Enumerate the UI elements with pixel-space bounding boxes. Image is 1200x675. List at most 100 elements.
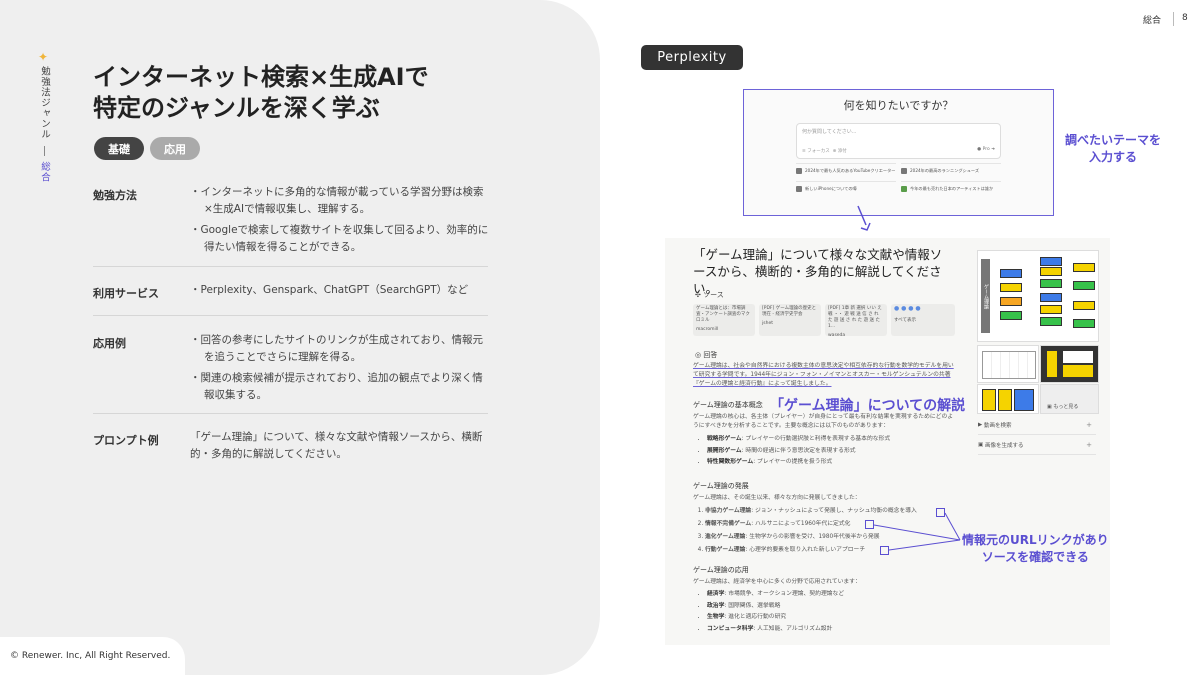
list-item-term: 経済学 — [707, 591, 725, 597]
row-text-examples: ・回答の参考にしたサイトのリンクが生成されており、情報元を追うことでさらに理解を… — [190, 332, 490, 408]
suggestion-item[interactable]: 新しいiPhoneについての噂 — [796, 181, 896, 196]
diagram-node — [1073, 301, 1095, 310]
diagram-image[interactable] — [977, 345, 1039, 383]
answer-label: 回答 — [703, 351, 718, 359]
search-question: 何を知りたいですか？ — [843, 99, 954, 112]
source-card-site: waseda — [828, 333, 846, 338]
more-images[interactable]: ▣ もっと見る — [1040, 384, 1099, 414]
suggestion-item[interactable]: 2024年の最高のランニングシューズ — [901, 163, 1001, 178]
diagram-node — [1000, 283, 1022, 292]
divider — [93, 266, 488, 267]
list-item-term: 展開形ゲーム — [707, 447, 742, 454]
list-item: 経済学: 市場競争、オークション理論、契約理論など — [707, 589, 844, 601]
divider — [93, 413, 488, 414]
source-card[interactable]: ゲーム理論とは：市場調査・アンケート調査のマクロミル macromill — [693, 304, 755, 336]
answer-intro: ゲーム理論は、社会や自然界における複数主体の意思決定や相互依存的な行動を数学的モ… — [693, 362, 958, 389]
row-bullet: ・関連の検索候補が提示されており、追加の観点でより深く情報収集する。 — [190, 372, 483, 401]
header-section: 総合 — [1143, 16, 1162, 26]
diagram-node — [1000, 311, 1022, 320]
row-text-method: ・インターネットに多角的な情報が載っている学習分野は検索×生成AIで情報収集し、… — [190, 184, 490, 260]
diagram-node — [1000, 269, 1022, 278]
section-app-heading: ゲーム理論の応用 — [693, 566, 749, 574]
diagram-node — [998, 389, 1012, 411]
list-item-desc: : プレイヤーの提携を扱う形式 — [753, 459, 833, 465]
diagram-image[interactable] — [1040, 345, 1099, 383]
diagram-node — [1040, 305, 1062, 314]
search-placeholder: 何か質問してください... — [802, 129, 857, 135]
note-source-links: 情報元のURLリンクがあり ソースを確認できる — [962, 533, 1109, 564]
list-item: コンピュータ科学: 人工知能、アルゴリズム設計 — [707, 624, 844, 636]
search-pro: ● Pro ➜ — [977, 147, 995, 152]
tab-advanced[interactable]: 応用 — [150, 137, 200, 160]
row-bullet: ・回答の参考にしたサイトのリンクが生成されており、情報元を追うことでさらに理解を… — [190, 334, 483, 363]
diagram-node — [1040, 293, 1062, 302]
citation-marker[interactable] — [865, 520, 874, 529]
video-search-label: 動画を検索 — [983, 423, 1012, 429]
row-label-examples: 応用例 — [93, 337, 126, 350]
list-item-term: コンピュータ科学 — [707, 625, 754, 632]
section-dev-text: ゲーム理論は、その誕生以来、様々な方向に発展してきました： — [693, 495, 861, 501]
list-item-desc: : 進化と適応行動の研究 — [724, 614, 787, 620]
diagram-node — [1073, 263, 1095, 272]
list-item-desc: : 心理学的要素を取り入れた新しいアプローチ — [745, 547, 866, 553]
suggestion-icon — [796, 168, 802, 174]
suggestion-text: 今年の最も売れた日本のアーティストは誰か — [910, 186, 994, 191]
source-card-site: macromill — [696, 327, 719, 332]
row-bullet: ・Perplexity、Genspark、ChatGPT（SearchGPT）な… — [190, 284, 469, 296]
list-item-term: 生物学 — [707, 614, 725, 620]
image-generate-button[interactable]: ▣ 画像を生成する + — [978, 436, 1096, 455]
list-item-desc: : 人工知能、アルゴリズム設計 — [753, 625, 833, 632]
row-text-prompt: 「ゲーム理論」について、様々な文献や情報ソースから、横断的・多角的に解説してくだ… — [190, 429, 490, 463]
citation-marker[interactable] — [936, 508, 945, 517]
matrix-cell — [1063, 365, 1093, 377]
list-item: 非協力ゲーム理論: ジョン・ナッシュによって発展し、ナッシュ均衡の概念を導入 — [705, 505, 917, 518]
diagram-node — [1000, 297, 1022, 306]
list-item-desc: : 生物学からの影響を受け、1980年代後半から発展 — [745, 534, 880, 540]
list-item: 政治学: 国際関係、選挙戦略 — [707, 601, 844, 613]
show-all-label: すべて表示 — [894, 318, 917, 323]
image-icon: ▣ — [978, 442, 985, 448]
video-search-button[interactable]: ▶ 動画を検索 + — [978, 416, 1096, 435]
suggestion-text: 新しいiPhoneについての噂 — [805, 186, 857, 191]
overlay-title: 「ゲーム理論」についての解説 — [770, 398, 966, 414]
tab-basic[interactable]: 基礎 — [94, 137, 144, 160]
table-thumbnail — [982, 351, 1036, 379]
matrix-cell — [1047, 351, 1057, 377]
list-item-term: 行動ゲーム理論 — [705, 547, 746, 553]
diagram-label: ゲーム理論 — [981, 259, 990, 333]
suggestion-icon — [901, 186, 907, 192]
attach-button[interactable]: 添付 — [838, 149, 847, 154]
list-item-desc: : ジョン・ナッシュによって発展し、ナッシュ均衡の概念を導入 — [751, 508, 917, 514]
plus-icon: + — [1086, 421, 1092, 429]
submit-icon[interactable]: ➜ — [990, 147, 995, 152]
focus-button[interactable]: フォーカス — [807, 149, 830, 154]
list-item: 展開形ゲーム: 時間の経過に伴う意思決定を表現する形式 — [707, 446, 890, 458]
answer-intro-text: ゲーム理論は、社会や自然界における複数主体の意思決定や相互依存的な行動を数学的モ… — [693, 363, 954, 387]
source-card[interactable]: [PDF] ゲーム理論の歴史と現在 - 経済学史学会 jshet — [759, 304, 821, 336]
service-label: Perplexity — [641, 45, 743, 70]
suggestion-item[interactable]: 今年の最も売れた日本のアーティストは誰か — [901, 181, 1001, 196]
list-item-desc: : プレイヤーの行動選択肢と利得を表現する基本的な形式 — [741, 436, 891, 442]
arrow-head-icon — [860, 222, 871, 231]
section-basic-heading: ゲーム理論の基本概念 — [693, 401, 763, 409]
pro-toggle[interactable]: Pro — [983, 147, 990, 152]
result-title: 「ゲーム理論」について様々な文献や情報ソースから、横断的・多角的に解説してくださ… — [693, 247, 943, 296]
suggestion-item[interactable]: 2024年で最も人気のあるYouTubeクリエーター — [796, 163, 896, 178]
sources-header: ✣ ソース — [695, 290, 724, 300]
more-label: もっと見る — [1053, 404, 1079, 410]
source-card-show-all[interactable]: ● ● ● ● すべて表示 — [891, 304, 955, 336]
citation-marker[interactable] — [880, 546, 889, 555]
source-card[interactable]: [PDF] 1章 新 選択 いい え 戦 ・・ 遊 戦 送 信 さ れ た 遊 … — [825, 304, 887, 338]
source-favicons: ● ● ● ● — [894, 305, 921, 312]
list-item-term: 戦略形ゲーム — [707, 436, 742, 442]
copyright: © Renewer. Inc, All Right Reserved. — [10, 651, 171, 661]
search-tools: ≡ フォーカス ⊕ 添付 — [802, 148, 847, 154]
diagram-image[interactable]: ゲーム理論 — [977, 250, 1099, 342]
search-input[interactable]: 何か質問してください... ≡ フォーカス ⊕ 添付 ● Pro ➜ — [796, 123, 1001, 159]
image-generate-label: 画像を生成する — [984, 443, 1024, 449]
source-card-site: jshet — [762, 321, 773, 326]
diagram-image[interactable] — [977, 384, 1039, 414]
row-bullet: ・Googleで検索して複数サイトを収集して回るより、効率的に得たい情報を得るこ… — [190, 224, 489, 253]
genre-title: 勉強法ジャンル — [39, 66, 50, 140]
list-item-term: 情報不完備ゲーム — [705, 521, 752, 527]
